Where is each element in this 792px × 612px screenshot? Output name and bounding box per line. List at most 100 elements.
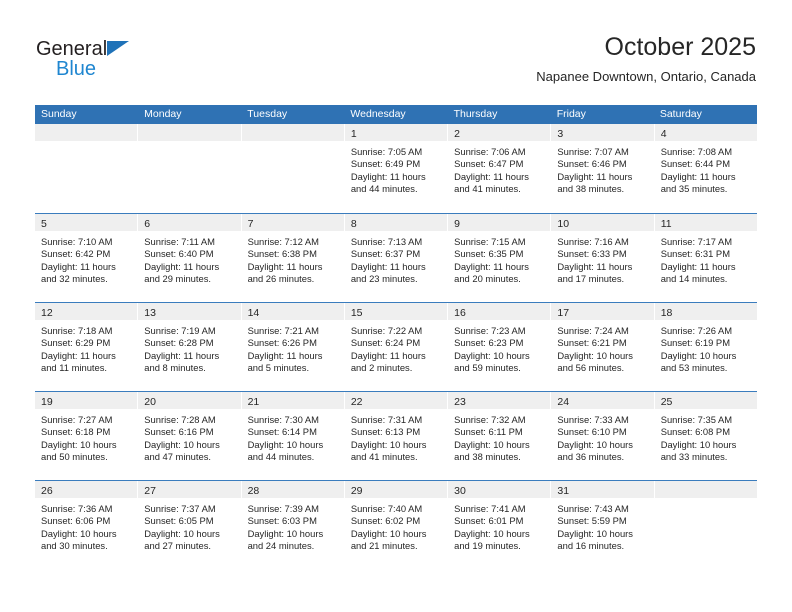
daylight-text-cont: and 24 minutes. [247,539,315,551]
day-number-band: 23 [448,392,551,409]
weekday-header-friday: Friday [556,108,586,120]
day-cell-26[interactable]: 26 Sunrise: 7:36 AM Sunset: 6:06 PM Dayligh… [35,481,139,569]
day-number: 20 [144,396,156,408]
daylight-text-cont: and 5 minutes. [247,361,310,373]
day-cell-31[interactable]: 31 Sunrise: 7:43 AM Sunset: 5:59 PM Dayligh… [551,481,655,569]
day-cell-empty [654,481,757,569]
day-cell-7[interactable]: 7 Sunrise: 7:12 AM Sunset: 6:38 PM Daylight… [241,214,345,302]
day-number-band: 18 [654,303,757,320]
weekday-header-saturday: Saturday [659,108,702,120]
daylight-text: Daylight: 10 hours [660,438,737,450]
day-cell-17[interactable]: 17 Sunrise: 7:24 AM Sunset: 6:21 PM Dayligh… [551,303,655,391]
daylight-text-cont: and 11 minutes. [41,361,108,373]
daylight-text: Daylight: 10 hours [350,438,427,450]
sunset-text: Sunset: 6:16 PM [144,426,214,438]
weekday-header-wednesday: Wednesday [350,108,406,120]
daylight-text-cont: and 50 minutes. [41,450,108,462]
day-number-band: 31 [551,481,654,498]
daylight-text: Daylight: 11 hours [247,349,323,361]
day-cell-28[interactable]: 28 Sunrise: 7:39 AM Sunset: 6:03 PM Dayligh… [241,481,345,569]
brand-logo[interactable]: General Blue [36,38,256,84]
day-details: Sunrise: 7:39 AM Sunset: 6:03 PM Daylight:… [242,498,344,552]
day-cell-1[interactable]: 1 Sunrise: 7:05 AM Sunset: 6:49 PM Daylight… [344,124,449,213]
sunrise-text: Sunrise: 7:43 AM [557,503,629,514]
day-details: Sunrise: 7:18 AM Sunset: 6:29 PM Daylight:… [35,320,137,374]
day-number: 10 [557,218,570,230]
day-cell-25[interactable]: 25 Sunrise: 7:35 AM Sunset: 6:08 PM Dayligh… [654,392,757,480]
day-cell-9[interactable]: 9 Sunrise: 7:15 AM Sunset: 6:35 PM Daylight… [448,214,552,302]
day-number: 13 [144,307,156,319]
daylight-text: Daylight: 10 hours [557,527,633,539]
day-cell-12[interactable]: 12 Sunrise: 7:18 AM Sunset: 6:29 PM Dayligh… [35,303,139,391]
calendar-week-row: 19 Sunrise: 7:27 AM Sunset: 6:18 PM Dayligh… [35,391,757,480]
day-cell-2[interactable]: 2 Sunrise: 7:06 AM Sunset: 6:47 PM Daylight… [448,124,552,213]
day-cell-4[interactable]: 4 Sunrise: 7:08 AM Sunset: 6:44 PM Daylight… [654,124,757,213]
calendar-week-row: 26 Sunrise: 7:36 AM Sunset: 6:06 PM Dayligh… [35,480,757,569]
day-number-band: 10 [551,214,654,231]
day-cell-10[interactable]: 10 Sunrise: 7:16 AM Sunset: 6:33 PM Dayligh… [551,214,655,302]
sunset-text: Sunset: 6:19 PM [660,337,730,349]
day-number: 14 [247,307,260,319]
day-cell-29[interactable]: 29 Sunrise: 7:40 AM Sunset: 6:02 PM Dayligh… [344,481,449,569]
day-details: Sunrise: 7:40 AM Sunset: 6:02 PM Daylight:… [345,498,447,552]
day-cell-30[interactable]: 30 Sunrise: 7:41 AM Sunset: 6:01 PM Dayligh… [448,481,552,569]
sunrise-text: Sunrise: 7:30 AM [247,414,319,425]
day-details: Sunrise: 7:23 AM Sunset: 6:23 PM Daylight:… [448,320,550,374]
day-cell-5[interactable]: 5 Sunrise: 7:10 AM Sunset: 6:42 PM Daylight… [35,214,139,302]
day-details: Sunrise: 7:41 AM Sunset: 6:01 PM Daylight:… [448,498,550,552]
day-details: Sunrise: 7:11 AM Sunset: 6:40 PM Daylight:… [138,231,240,285]
daylight-text-cont: and 38 minutes. [557,182,625,194]
daylight-text: Daylight: 10 hours [454,527,530,539]
sunrise-text: Sunrise: 7:06 AM [454,146,526,157]
daylight-text: Daylight: 10 hours [247,438,324,450]
calendar-week-row: 12 Sunrise: 7:18 AM Sunset: 6:29 PM Dayligh… [35,302,757,391]
day-number-band [241,124,344,141]
daylight-text: Daylight: 11 hours [41,260,116,272]
day-cell-6[interactable]: 6 Sunrise: 7:11 AM Sunset: 6:40 PM Daylight… [138,214,242,302]
day-cell-21[interactable]: 21 Sunrise: 7:30 AM Sunset: 6:14 PM Dayligh… [241,392,345,480]
sunset-text: Sunset: 6:03 PM [247,515,317,527]
daylight-text: Daylight: 11 hours [350,349,426,361]
day-cell-18[interactable]: 18 Sunrise: 7:26 AM Sunset: 6:19 PM Dayligh… [654,303,757,391]
day-details: Sunrise: 7:43 AM Sunset: 5:59 PM Daylight:… [551,498,653,552]
day-cell-22[interactable]: 22 Sunrise: 7:31 AM Sunset: 6:13 PM Dayligh… [344,392,449,480]
daylight-text: Daylight: 11 hours [454,170,529,182]
day-cell-empty [241,124,345,213]
daylight-text: Daylight: 10 hours [660,349,737,361]
sunset-text: Sunset: 6:42 PM [41,248,111,260]
daylight-text-cont: and 8 minutes. [144,361,206,373]
day-cell-8[interactable]: 8 Sunrise: 7:13 AM Sunset: 6:37 PM Daylight… [344,214,449,302]
sunrise-text: Sunrise: 7:15 AM [454,236,526,247]
sunset-text: Sunset: 6:31 PM [660,248,730,260]
day-details: Sunrise: 7:17 AM Sunset: 6:31 PM Daylight:… [655,231,757,285]
day-cell-20[interactable]: 20 Sunrise: 7:28 AM Sunset: 6:16 PM Dayligh… [138,392,242,480]
day-number: 5 [41,218,47,230]
day-number: 21 [247,396,260,408]
daylight-text-cont: and 36 minutes. [557,450,625,462]
day-number: 17 [557,307,570,319]
brand-name-general: General [36,38,108,60]
day-cell-3[interactable]: 3 Sunrise: 7:07 AM Sunset: 6:46 PM Daylight… [551,124,655,213]
day-cell-15[interactable]: 15 Sunrise: 7:22 AM Sunset: 6:24 PM Dayligh… [344,303,449,391]
day-cell-16[interactable]: 16 Sunrise: 7:23 AM Sunset: 6:23 PM Dayligh… [448,303,552,391]
day-number-band: 8 [344,214,448,231]
weekday-header-monday: Monday [144,108,182,120]
day-cell-23[interactable]: 23 Sunrise: 7:32 AM Sunset: 6:11 PM Dayligh… [448,392,552,480]
day-cell-19[interactable]: 19 Sunrise: 7:27 AM Sunset: 6:18 PM Dayligh… [35,392,139,480]
day-details: Sunrise: 7:15 AM Sunset: 6:35 PM Daylight:… [448,231,550,285]
day-cell-11[interactable]: 11 Sunrise: 7:17 AM Sunset: 6:31 PM Dayligh… [654,214,757,302]
sunrise-text: Sunrise: 7:08 AM [660,146,733,157]
sunrise-text: Sunrise: 7:36 AM [41,503,113,514]
day-details: Sunrise: 7:32 AM Sunset: 6:11 PM Daylight:… [448,409,550,463]
day-number-band [138,124,241,141]
day-cell-27[interactable]: 27 Sunrise: 7:37 AM Sunset: 6:05 PM Dayligh… [138,481,242,569]
sunset-text: Sunset: 6:28 PM [144,337,214,349]
day-cell-13[interactable]: 13 Sunrise: 7:19 AM Sunset: 6:28 PM Dayligh… [138,303,242,391]
day-number: 1 [350,128,357,140]
day-details: Sunrise: 7:12 AM Sunset: 6:38 PM Daylight:… [242,231,344,285]
daylight-text: Daylight: 11 hours [454,260,529,272]
day-number-band: 12 [35,303,138,320]
day-cell-14[interactable]: 14 Sunrise: 7:21 AM Sunset: 6:26 PM Dayligh… [241,303,345,391]
sunset-text: Sunset: 6:01 PM [454,515,524,527]
day-cell-24[interactable]: 24 Sunrise: 7:33 AM Sunset: 6:10 PM Dayligh… [551,392,655,480]
